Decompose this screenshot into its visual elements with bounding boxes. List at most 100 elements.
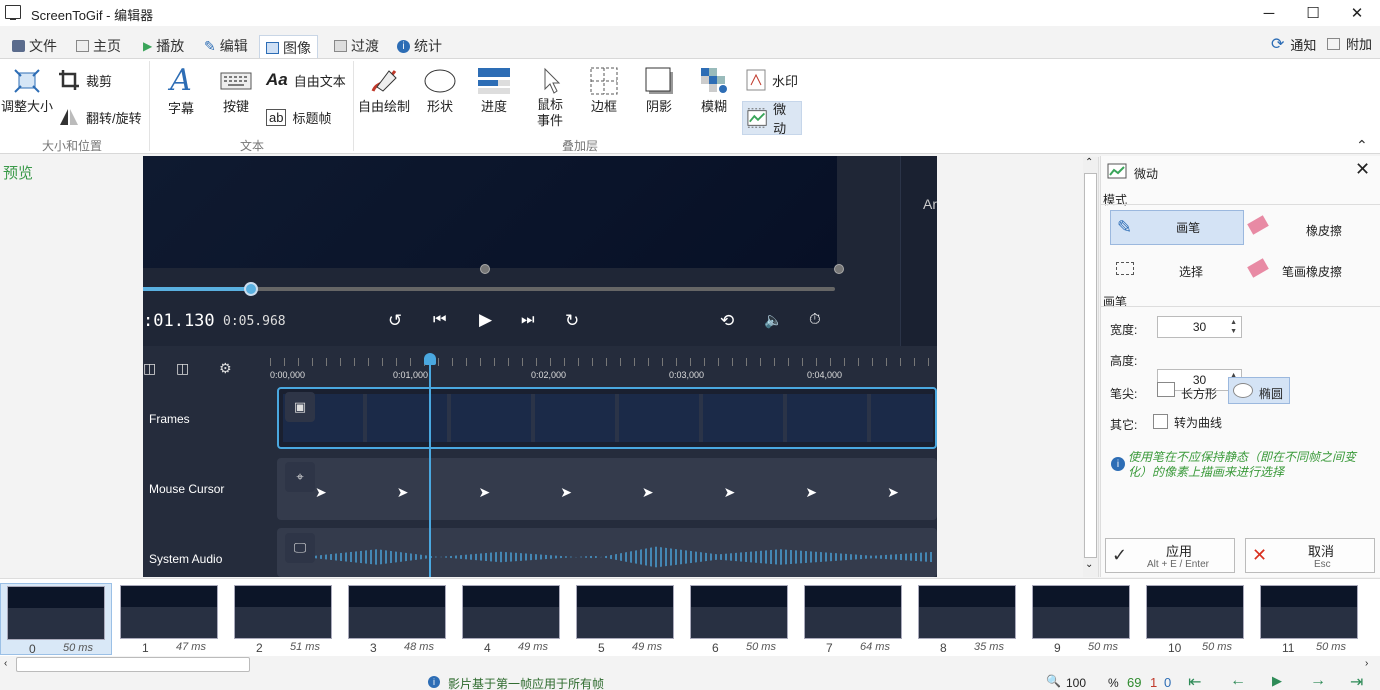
maximize-button[interactable]: ☐ <box>1290 0 1336 26</box>
tab-edit[interactable]: ✎ 编辑 <box>198 34 254 58</box>
canvas-scrollbar[interactable]: ⌃ ⌄ <box>1083 157 1099 577</box>
frame-item[interactable]: 9 50 ms <box>1026 583 1138 655</box>
seek-thumb[interactable] <box>244 282 258 296</box>
selected-frames: 1 <box>1150 675 1158 690</box>
next-frame-icon[interactable]: → <box>1310 672 1326 690</box>
last-frame-icon[interactable]: ⇥ <box>1350 672 1363 690</box>
tab-home[interactable]: 主页 <box>70 34 127 58</box>
cinemagraph-button[interactable]: 微动 <box>742 101 802 136</box>
flip-rotate-button[interactable]: 翻转/旋转 <box>58 107 142 127</box>
playhead[interactable] <box>429 356 431 577</box>
frame-item[interactable]: 11 50 ms <box>1254 583 1366 655</box>
tab-statistics[interactable]: i 统计 <box>391 34 448 58</box>
cancel-label: 取消 <box>1308 544 1335 559</box>
border-button[interactable]: 边框 <box>584 67 624 115</box>
eraser-mode-button[interactable]: 橡皮擦 <box>1306 222 1342 239</box>
frame-thumbnail <box>348 585 446 639</box>
tab-transitions[interactable]: 过渡 <box>328 34 385 58</box>
frame-item[interactable]: 0 50 ms <box>0 583 112 656</box>
apply-button[interactable]: ✓ 应用 Alt + E / Enter <box>1105 538 1235 573</box>
frame-delay: 47 ms <box>176 641 206 653</box>
frame-item[interactable]: 6 50 ms <box>684 583 796 655</box>
frame-item[interactable]: 8 35 ms <box>912 583 1024 655</box>
obfuscate-button[interactable]: 模糊 <box>694 67 734 115</box>
scroll-up-icon[interactable]: ⌃ <box>1085 157 1093 168</box>
crop-button[interactable]: 裁剪 <box>58 69 112 91</box>
frame-item[interactable]: 3 48 ms <box>342 583 454 655</box>
frame-item[interactable]: 4 49 ms <box>456 583 568 655</box>
free-drawing-button[interactable]: 自由绘制 <box>356 67 412 115</box>
timer-icon[interactable]: ⏱ <box>809 311 821 328</box>
play-icon: ▶ <box>143 39 153 53</box>
split-icon[interactable]: ◫ <box>143 360 156 377</box>
forward-icon[interactable]: ↻ <box>565 311 579 331</box>
scroll-left-icon[interactable]: ‹ <box>4 658 7 669</box>
tip-label: 笔尖: <box>1110 387 1138 401</box>
width-input[interactable]: 30 ▲ ▼ <box>1157 316 1242 338</box>
panel-close-icon[interactable]: ✕ <box>1355 159 1370 180</box>
scroll-right-icon[interactable]: › <box>1365 658 1368 669</box>
frame-item[interactable]: 5 49 ms <box>570 583 682 655</box>
scroll-thumb[interactable] <box>1084 173 1097 558</box>
progress-button[interactable]: 进度 <box>474 67 514 115</box>
cinemagraph-panel: 微动 ✕ 模式 ✎ 画笔 橡皮擦 选择 笔画橡皮擦 画笔 宽度: 30 ▲ ▼ 高度… <box>1100 156 1380 577</box>
tab-image[interactable]: 图像 <box>259 35 318 60</box>
notifications-button[interactable]: ⟳ 通知 <box>1271 34 1316 54</box>
addons-button[interactable]: 附加 <box>1327 34 1372 53</box>
close-button[interactable]: ✕ <box>1334 0 1380 26</box>
free-text-button[interactable]: Aa 自由文本 <box>266 70 346 90</box>
collapse-ribbon-icon[interactable]: ⌃ <box>1356 137 1368 154</box>
frame-number: 9 <box>1054 641 1061 655</box>
shapes-button[interactable]: 形状 <box>420 67 460 115</box>
minimize-button[interactable]: ─ <box>1246 0 1292 26</box>
first-frame-icon[interactable]: ⇤ <box>1188 672 1201 690</box>
cursor-markers: ➤➤➤➤➤➤➤➤ <box>315 484 937 500</box>
cancel-button[interactable]: ✕ 取消 Esc <box>1245 538 1375 573</box>
play-icon[interactable]: ▶ <box>479 310 492 330</box>
mouse-events-label: 鼠标 事件 <box>536 97 563 128</box>
tab-playback[interactable]: ▶ 播放 <box>137 34 190 58</box>
title-frame-button[interactable]: ab 标题帧 <box>266 108 331 127</box>
volume-icon[interactable]: 🔈 <box>764 311 783 329</box>
split-view-icon[interactable]: ◫ <box>176 360 189 377</box>
frame-item[interactable]: 10 50 ms <box>1140 583 1252 655</box>
rectangle-tip-button[interactable]: 长方形 <box>1181 385 1217 402</box>
image-icon: ▣ <box>285 392 315 422</box>
skip-forward-icon[interactable]: ⏭ <box>521 311 535 328</box>
cancel-x-icon: ✕ <box>1252 545 1268 565</box>
skip-back-icon[interactable]: ⏮ <box>433 311 447 328</box>
divider <box>353 61 354 151</box>
play-icon[interactable]: ▶ <box>1272 673 1282 689</box>
select-mode-button[interactable]: 选择 <box>1179 263 1203 280</box>
caption-button[interactable]: A 字幕 <box>160 65 202 117</box>
watermark-button[interactable]: 水印 <box>746 69 798 91</box>
progress-label: 进度 <box>480 99 507 114</box>
frame-item[interactable]: 1 47 ms <box>114 583 226 655</box>
spinner-icon[interactable]: ▲▼ <box>1230 318 1237 336</box>
zoom-value[interactable]: 100 <box>1066 676 1086 690</box>
pen-mode-button[interactable]: ✎ 画笔 <box>1110 210 1244 245</box>
resize-button[interactable]: 调整大小 <box>0 67 54 115</box>
settings-sliders-icon[interactable]: ⚙ <box>219 360 232 377</box>
frame-item[interactable]: 7 64 ms <box>798 583 910 655</box>
progress-icon <box>478 68 510 94</box>
playhead-handle[interactable] <box>424 353 436 365</box>
tab-file[interactable]: 文件 <box>6 34 63 58</box>
ellipse-tip-button[interactable]: 椭圆 <box>1228 377 1290 404</box>
stroke-eraser-mode-button[interactable]: 笔画橡皮擦 <box>1282 263 1342 280</box>
frame-preview[interactable]: Ar :01.130 0:05.968 ↺ ⏮ ▶ ⏭ ↻ ⟲ 🔈 ⏱ ◫ ◫ … <box>143 156 937 577</box>
frame-list-scrollbar[interactable]: ‹ › <box>0 656 1380 674</box>
timeline-ruler <box>270 358 937 366</box>
to-curve-checkbox[interactable] <box>1153 414 1168 429</box>
keystrokes-button[interactable]: 按键 <box>214 69 258 115</box>
frame-item[interactable]: 2 51 ms <box>228 583 340 655</box>
scroll-thumb[interactable] <box>16 657 250 672</box>
rewind-icon[interactable]: ↺ <box>388 311 402 331</box>
width-value: 30 <box>1192 320 1207 334</box>
frame-delay: 50 ms <box>746 641 776 653</box>
shadow-button[interactable]: 阴影 <box>639 67 679 115</box>
scroll-down-icon[interactable]: ⌄ <box>1085 559 1093 570</box>
loop-icon[interactable]: ⟲ <box>720 311 734 331</box>
previous-frame-icon[interactable]: ← <box>1230 672 1246 690</box>
mouse-events-button[interactable]: 鼠标 事件 <box>528 67 572 129</box>
